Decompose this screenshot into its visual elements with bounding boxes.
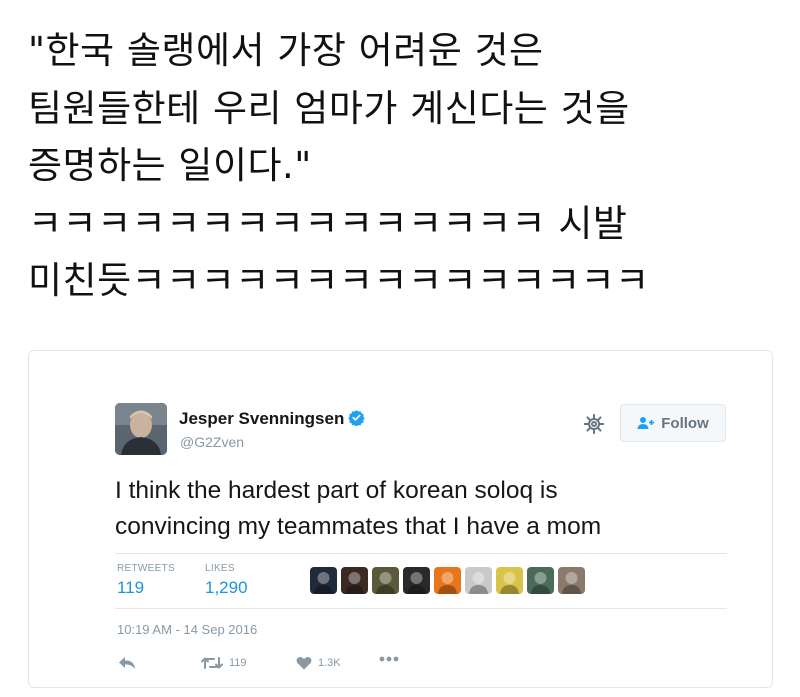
divider — [115, 608, 727, 609]
more-icon — [379, 656, 399, 662]
more-button[interactable] — [379, 656, 399, 662]
likes-stat[interactable]: LIKES 1,290 — [205, 563, 248, 598]
retweet-button[interactable]: 119 — [201, 656, 247, 670]
retweets-stat[interactable]: RETWEETS 119 — [117, 563, 175, 598]
liker-avatar[interactable] — [310, 567, 337, 594]
reply-button[interactable] — [118, 656, 136, 670]
gear-icon[interactable] — [583, 413, 605, 435]
like-button[interactable]: 1.3K — [296, 656, 341, 670]
author-name[interactable]: Jesper Svenningsen — [179, 409, 366, 429]
caption-line: ㅋㅋㅋㅋㅋㅋㅋㅋㅋㅋㅋㅋㅋㅋㅋ 시발 — [28, 201, 628, 245]
verified-badge-icon — [348, 410, 366, 426]
retweets-label: RETWEETS — [117, 563, 175, 574]
liker-avatar[interactable] — [527, 567, 554, 594]
author-handle[interactable]: @G2Zven — [180, 434, 244, 450]
timestamp[interactable]: 10:19 AM - 14 Sep 2016 — [117, 622, 257, 637]
caption-text: "한국 솔랭에서 가장 어려운 것은 팀원들한테 우리 엄마가 계신다는 것을 … — [28, 22, 778, 310]
liker-avatar[interactable] — [465, 567, 492, 594]
likes-label: LIKES — [205, 563, 235, 574]
tweet-card: Jesper Svenningsen @G2Zven Follow I thin… — [28, 350, 773, 688]
liker-avatar[interactable] — [403, 567, 430, 594]
liker-avatar[interactable] — [372, 567, 399, 594]
likes-count: 1,290 — [205, 578, 248, 597]
liker-avatar[interactable] — [558, 567, 585, 594]
liker-avatar[interactable] — [341, 567, 368, 594]
add-user-icon — [637, 417, 655, 429]
follow-button[interactable]: Follow — [620, 404, 726, 442]
retweets-count: 119 — [117, 578, 145, 597]
tweet-text: I think the hardest part of korean soloq… — [115, 473, 735, 545]
caption-line: 팀원들한테 우리 엄마가 계신다는 것을 — [28, 86, 630, 130]
caption-line: 증명하는 일이다." — [28, 144, 312, 187]
author-name-text: Jesper Svenningsen — [179, 409, 345, 428]
avatar[interactable] — [115, 403, 167, 455]
divider — [115, 553, 727, 554]
retweet-count: 119 — [229, 657, 247, 669]
avatar-image — [115, 403, 167, 455]
caption-line: 미친듯ㅋㅋㅋㅋㅋㅋㅋㅋㅋㅋㅋㅋㅋㅋㅋ — [28, 259, 650, 302]
reply-icon — [119, 657, 135, 669]
caption-line: "한국 솔랭에서 가장 어려운 것은 — [28, 29, 544, 72]
like-count: 1.3K — [318, 657, 341, 669]
tweet-text-line: convincing my teammates that I have a mo… — [115, 513, 602, 540]
follow-label: Follow — [661, 414, 709, 432]
tweet-text-line: I think the hardest part of korean soloq… — [115, 477, 558, 504]
liker-avatar[interactable] — [496, 567, 523, 594]
heart-icon — [296, 657, 312, 670]
retweet-icon — [201, 657, 223, 669]
liker-avatar[interactable] — [434, 567, 461, 594]
liker-avatars — [310, 567, 585, 594]
